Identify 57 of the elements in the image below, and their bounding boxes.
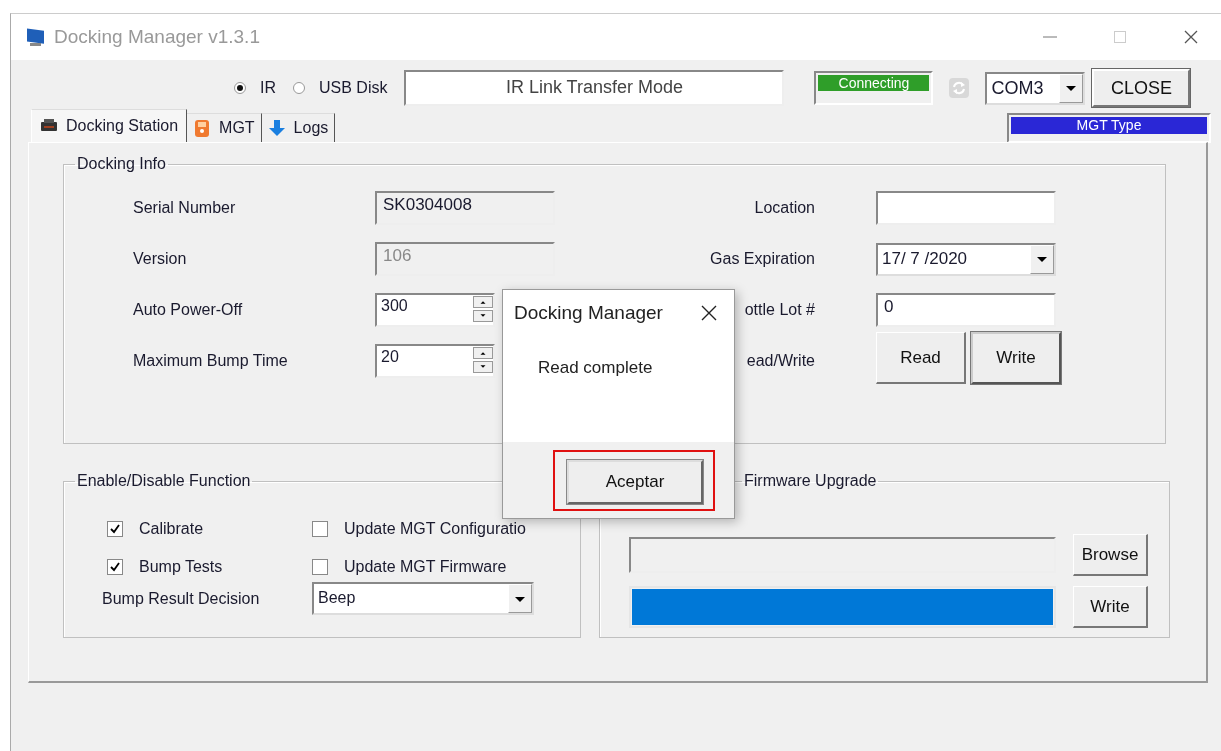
ok-button[interactable]: Aceptar <box>567 459 703 504</box>
monitor-icon <box>24 27 46 47</box>
field-label: Auto Power-Off <box>133 301 243 319</box>
maximize-icon <box>1112 29 1128 45</box>
radio-button[interactable] <box>293 82 305 94</box>
dialog-message: Read complete <box>537 357 654 379</box>
down-arrow-icon <box>267 119 286 137</box>
tab[interactable]: Docking Station <box>31 109 188 142</box>
write-button[interactable]: Write <box>1073 586 1148 628</box>
window-title: Docking Manager v1.3.1 <box>54 26 260 48</box>
checkbox-label: Update MGT Configuratio <box>344 520 526 538</box>
dialog-title: Docking Manager <box>514 302 663 324</box>
field-label: Maximum Bump Time <box>133 352 288 370</box>
status-label: Connecting <box>818 75 930 91</box>
date-picker[interactable]: 17/ 7 /2020 <box>876 242 1056 276</box>
checkbox[interactable] <box>312 559 328 575</box>
tab[interactable]: MGT <box>187 113 262 142</box>
checkbox-label: Update MGT Firmware <box>344 558 507 576</box>
radio-label: USB Disk <box>319 79 388 97</box>
radio-button[interactable] <box>234 82 246 94</box>
checkbox-label: Bump Tests <box>139 558 223 576</box>
decision-dropdown[interactable]: Beep <box>312 582 534 615</box>
close-button[interactable]: CLOSE <box>1092 69 1191 107</box>
group-title: Enable/Disable Function <box>76 472 252 490</box>
close-icon <box>1183 29 1199 45</box>
field-label: Gas Expiration <box>710 250 815 268</box>
checkbox-label: Calibrate <box>139 520 204 538</box>
input-field[interactable]: 0 <box>876 293 1056 327</box>
minimize-icon <box>1043 36 1057 38</box>
input-field[interactable] <box>876 191 1056 225</box>
mode-display: IR Link Transfer Mode <box>404 70 785 106</box>
checkbox[interactable] <box>107 559 123 575</box>
tab[interactable]: Logs <box>261 113 336 142</box>
radio-label: IR <box>260 79 276 97</box>
group-title: Firmware Upgrade <box>743 472 878 490</box>
device-type-label: MGT Type <box>1011 117 1207 134</box>
field-label: Serial Number <box>133 199 236 217</box>
group-title: Docking Info <box>76 155 167 173</box>
field-label: Location <box>754 199 815 217</box>
text-field[interactable]: SK0304008 <box>375 191 555 225</box>
spin-box[interactable]: 20 <box>375 344 495 378</box>
close-icon <box>700 304 718 322</box>
browse-button[interactable]: Browse <box>1073 534 1148 576</box>
field-label: ead/Write <box>746 352 815 370</box>
field-label: ottle Lot # <box>744 301 815 319</box>
field-label: Bump Result Decision <box>102 589 261 608</box>
action-button[interactable]: Write <box>971 332 1061 384</box>
check-icon <box>109 561 121 573</box>
refresh-icon <box>948 77 971 99</box>
action-button[interactable]: Read <box>876 332 966 384</box>
checkbox[interactable] <box>107 521 123 537</box>
checkbox[interactable] <box>312 521 328 537</box>
port-dropdown[interactable]: COM3 <box>985 71 1086 105</box>
check-icon <box>109 523 121 535</box>
device-icon <box>193 119 212 137</box>
field-label: Version <box>133 250 187 268</box>
spin-box[interactable]: 300 <box>375 293 495 327</box>
